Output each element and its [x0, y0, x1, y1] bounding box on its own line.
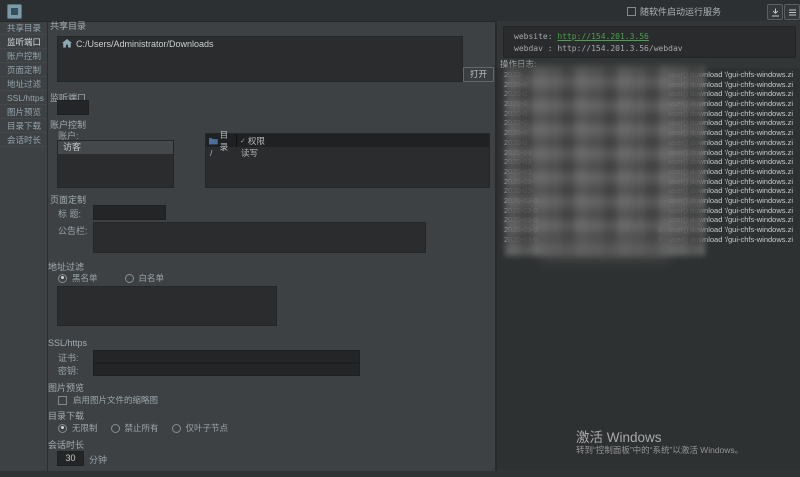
app-icon-glyph: [11, 8, 18, 15]
filter-textarea[interactable]: [57, 286, 277, 326]
dirdl-leaf-radio[interactable]: [172, 424, 181, 433]
website-label: website:: [514, 32, 553, 41]
dirdl-options: 无限制 禁止所有 仅叶子节点: [58, 422, 228, 434]
autostart-toggle[interactable]: 随软件启动运行服务: [627, 5, 721, 18]
key-input[interactable]: [93, 363, 360, 376]
perm-column-header[interactable]: ✓ 权限: [237, 135, 489, 147]
sidebar-item-port[interactable]: 监听端口: [0, 35, 47, 49]
webdav-label: webdav :: [514, 44, 553, 53]
permissions-table-row[interactable]: / 读写: [206, 147, 489, 159]
share-dir-path: C:/Users/Administrator/Downloads: [76, 39, 214, 49]
cert-label: 证书:: [58, 351, 79, 364]
cert-input[interactable]: [93, 350, 360, 363]
notice-label: 公告栏:: [58, 224, 88, 237]
title-input[interactable]: [93, 205, 166, 220]
port-input[interactable]: [57, 100, 89, 115]
thumbnail-checkbox-label: 启用图片文件的缩略图: [73, 394, 158, 406]
check-icon: ✓: [240, 137, 246, 145]
share-dir-section-label: 共享目录: [50, 19, 86, 32]
sidebar-item-account[interactable]: 账户控制: [0, 49, 47, 63]
perm-row-perm: 读写: [237, 147, 258, 159]
autostart-label: 随软件启动运行服务: [640, 5, 721, 18]
dirdl-leaf-label: 仅叶子节点: [186, 422, 229, 434]
sidebar-item-dir-download[interactable]: 目录下载: [0, 119, 47, 133]
censored-blur-region-small: [540, 238, 670, 262]
sidebar: 共享目录 监听端口 账户控制 页面定制 地址过滤 SSL/https 图片预览 …: [0, 21, 48, 477]
dirdl-unlimited-label: 无限制: [72, 422, 98, 434]
share-dir-list[interactable]: C:/Users/Administrator/Downloads: [57, 36, 463, 82]
dirdl-forbid-label: 禁止所有: [125, 422, 159, 434]
permissions-table[interactable]: 目录 ✓ 权限 / 读写: [205, 133, 490, 188]
whitelist-label: 白名单: [139, 272, 165, 284]
share-dir-item[interactable]: C:/Users/Administrator/Downloads: [58, 37, 462, 50]
ssl-section-label: SSL/https: [48, 338, 87, 348]
title-label: 标 题:: [58, 207, 81, 220]
menu-icon: [788, 8, 797, 17]
blacklist-label: 黑名单: [72, 272, 98, 284]
activate-windows-title: 激活 Windows: [576, 426, 662, 446]
account-list[interactable]: 访客: [57, 140, 174, 188]
website-link[interactable]: http://154.201.3.56: [557, 32, 649, 41]
webdav-line: webdav : http://154.201.3.56/webdav: [514, 44, 683, 53]
sidebar-item-filter[interactable]: 地址过滤: [0, 77, 47, 91]
thumbnail-checkbox[interactable]: [58, 396, 67, 405]
sidebar-item-preview[interactable]: 图片预览: [0, 105, 47, 119]
website-line: website: http://154.201.3.56: [514, 32, 649, 41]
session-unit-label: 分钟: [89, 453, 107, 466]
folder-icon: [209, 137, 218, 145]
dir-column-header[interactable]: 目录: [206, 134, 237, 147]
webdav-url: http://154.201.3.56/webdav: [557, 44, 682, 53]
preview-option: 启用图片文件的缩略图: [58, 394, 158, 406]
sidebar-item-share-dir[interactable]: 共享目录: [0, 21, 47, 35]
censored-blur-region: [505, 66, 705, 256]
download-icon: [771, 8, 780, 17]
sidebar-item-page[interactable]: 页面定制: [0, 63, 47, 77]
permissions-table-header: 目录 ✓ 权限: [206, 134, 489, 147]
home-icon: [62, 39, 72, 48]
dirdl-unlimited-radio[interactable]: [58, 424, 67, 433]
perm-row-dir: /: [206, 148, 237, 158]
blacklist-radio[interactable]: [58, 274, 67, 283]
whitelist-radio[interactable]: [125, 274, 134, 283]
session-section-label: 会话时长: [48, 438, 84, 451]
key-label: 密钥:: [58, 364, 79, 377]
menu-button[interactable]: [784, 4, 800, 20]
page-section-label: 页面定制: [50, 193, 86, 206]
preview-section-label: 图片预览: [48, 381, 84, 394]
dirdl-section-label: 目录下载: [48, 409, 84, 422]
download-button[interactable]: [767, 4, 783, 20]
sidebar-item-session[interactable]: 会话时长: [0, 133, 47, 147]
session-input[interactable]: 30: [57, 451, 84, 466]
activate-windows-subtitle: 转到“控制面板”中的“系统”以激活 Windows。: [576, 444, 743, 456]
app-window: 随软件启动运行服务 共享目录 监听端口 账户控制 页面定制 地址过滤 SSL/h…: [0, 0, 800, 477]
account-list-item[interactable]: 访客: [58, 141, 173, 154]
perm-column-label: 权限: [248, 135, 265, 147]
app-icon: [7, 4, 22, 19]
filter-options: 黑名单 白名单: [58, 272, 164, 284]
dirdl-forbid-radio[interactable]: [111, 424, 120, 433]
open-button[interactable]: 打开: [463, 67, 494, 82]
sidebar-item-ssl[interactable]: SSL/https: [0, 91, 47, 105]
window-bottom-edge: [0, 471, 800, 477]
server-info-box: website: http://154.201.3.56 webdav : ht…: [503, 26, 796, 58]
autostart-checkbox[interactable]: [627, 7, 636, 16]
notice-textarea[interactable]: [93, 222, 426, 253]
